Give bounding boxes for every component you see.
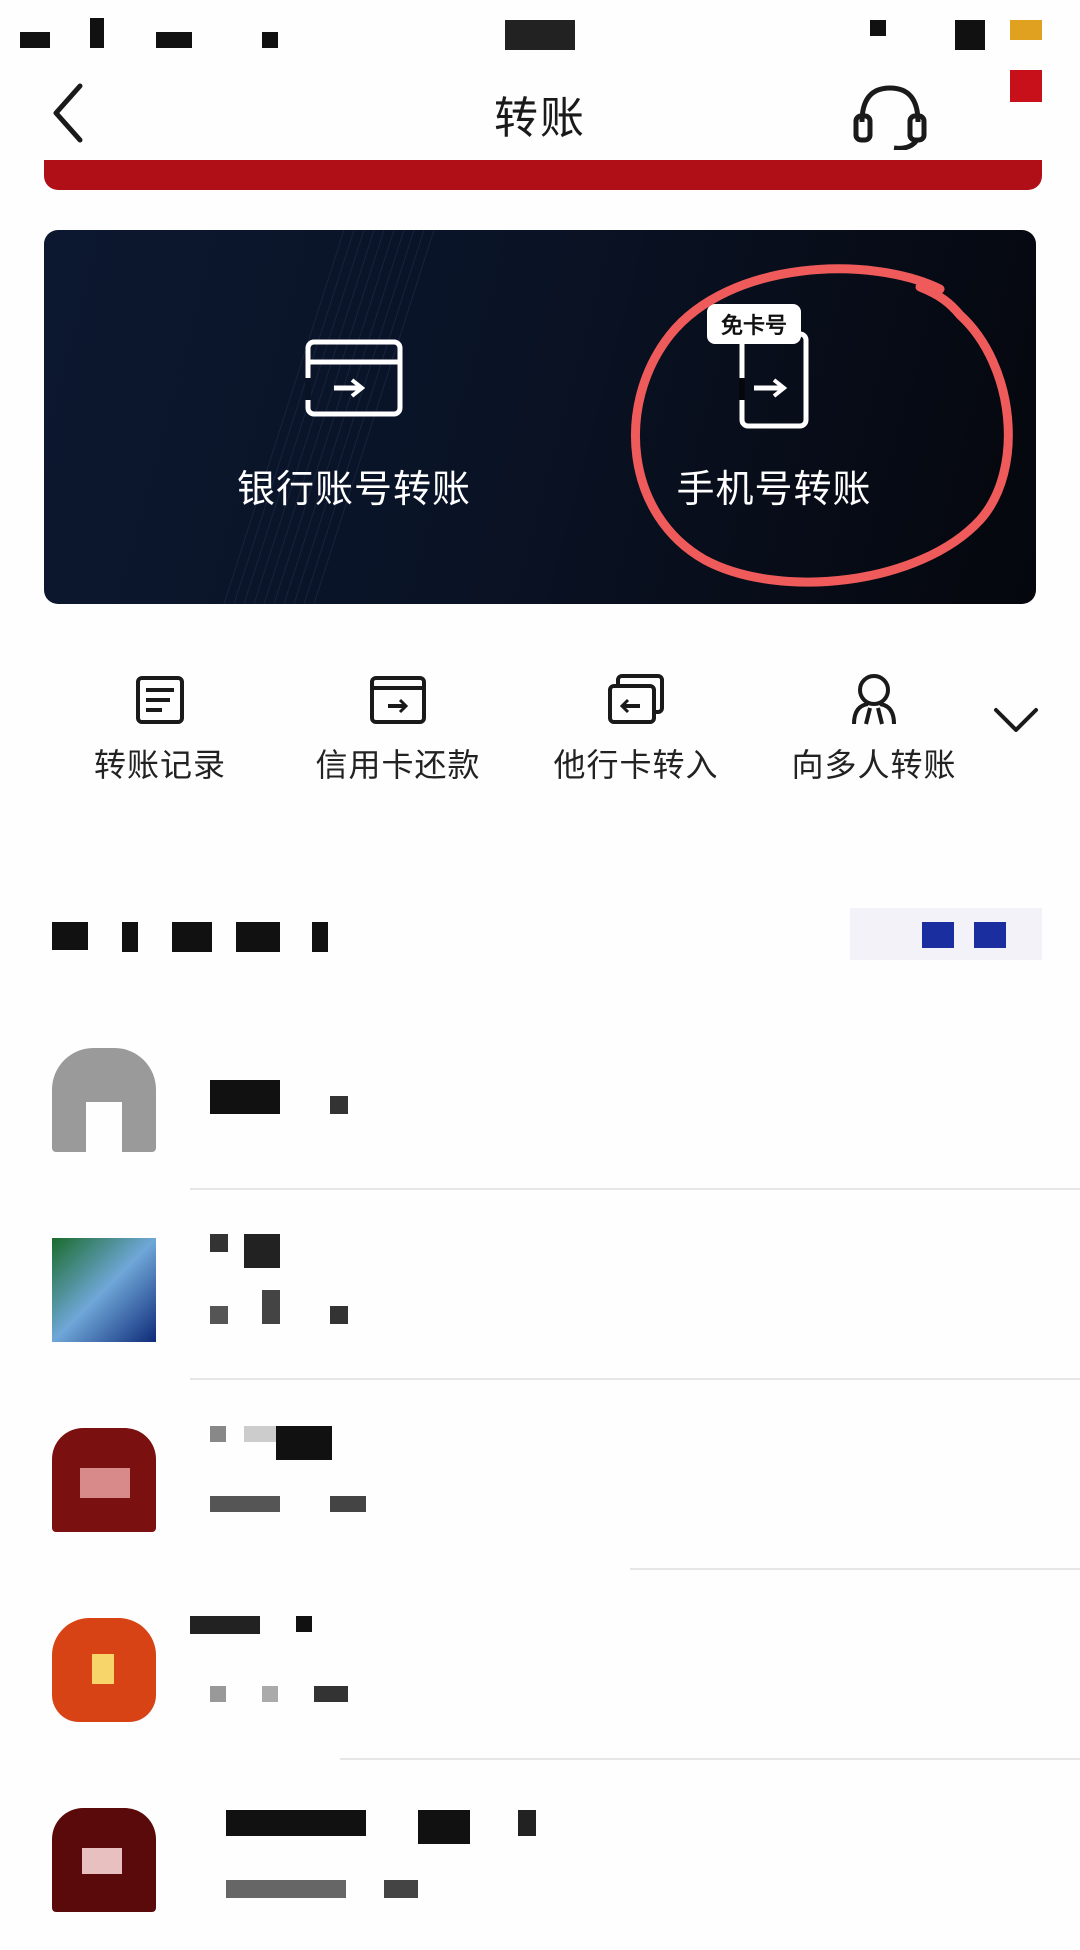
bank-card-transfer-icon <box>305 339 403 417</box>
qa-transfer-records[interactable]: 转账记录 <box>60 660 260 790</box>
qa-label: 他行卡转入 <box>553 746 719 784</box>
list-icon <box>136 676 184 724</box>
avatar <box>52 1808 156 1912</box>
avatar <box>52 1238 156 1342</box>
qa-label: 转账记录 <box>93 746 226 784</box>
exchange-icon <box>608 674 664 724</box>
quick-actions-bar: 转账记录 信用卡还款 他行卡转入 向多人转账 <box>0 660 1080 790</box>
highlight-annotation-circle <box>631 264 1013 587</box>
qa-label: 向多人转账 <box>791 746 957 784</box>
qa-label: 信用卡还款 <box>315 746 481 784</box>
headset-icon <box>853 85 927 151</box>
nav-bar: 转账 <box>0 60 1080 160</box>
qa-credit-card-repayment[interactable]: 信用卡还款 <box>298 660 498 790</box>
bank-account-transfer-option[interactable]: 银行账号转账 <box>134 230 574 604</box>
customer-service-button[interactable] <box>850 80 930 151</box>
header-action[interactable] <box>850 908 1042 960</box>
chevron-down-icon[interactable] <box>990 700 1042 740</box>
list-item[interactable] <box>0 1000 1080 1190</box>
notification-badge <box>1010 70 1042 102</box>
avatar <box>52 1618 156 1722</box>
recent-payees-header <box>0 900 1080 980</box>
avatar <box>52 1048 156 1152</box>
banner-strip <box>44 160 1042 190</box>
list-item[interactable] <box>0 1380 1080 1570</box>
bank-transfer-label: 银行账号转账 <box>236 467 471 511</box>
status-bar <box>0 0 1080 60</box>
list-item[interactable] <box>0 1570 1080 1760</box>
qa-transfer-to-multiple[interactable]: 向多人转账 <box>774 660 974 790</box>
list-item[interactable] <box>0 1760 1080 1950</box>
list-item[interactable] <box>0 1190 1080 1380</box>
avatar <box>52 1428 156 1532</box>
card-icon <box>370 676 426 724</box>
qa-other-bank-card-in[interactable]: 他行卡转入 <box>536 660 736 790</box>
people-icon <box>852 674 896 725</box>
